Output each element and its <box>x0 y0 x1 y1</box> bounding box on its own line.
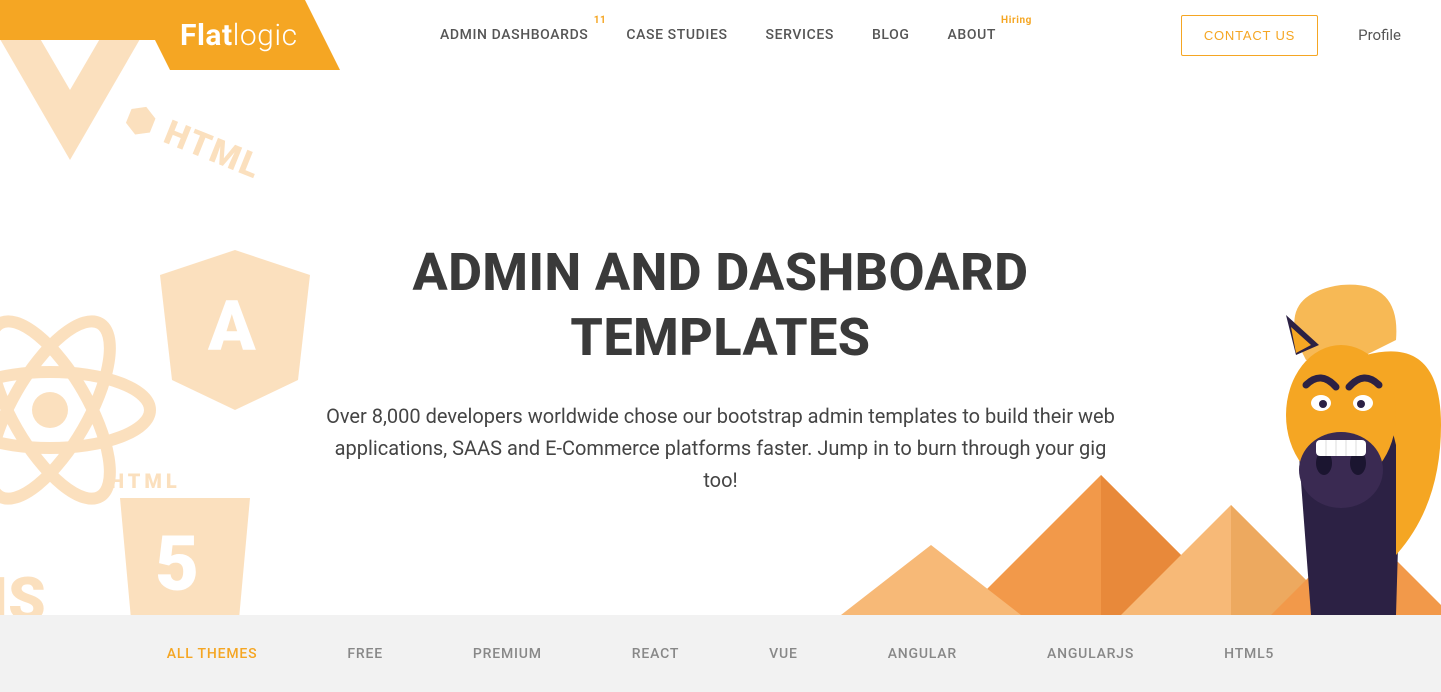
nav-blog[interactable]: BLOG <box>872 27 910 43</box>
nav-label: CASE STUDIES <box>626 27 727 43</box>
filter-react[interactable]: REACT <box>632 646 679 662</box>
nav-badge-hiring: Hiring <box>1001 15 1032 26</box>
hero-section: ADMIN AND DASHBOARD TEMPLATES Over 8,000… <box>0 70 1441 615</box>
site-header: Flatlogic ADMIN DASHBOARDS 11 CASE STUDI… <box>0 0 1441 70</box>
nav-case-studies[interactable]: CASE STUDIES <box>626 27 727 43</box>
filter-vue[interactable]: VUE <box>769 646 798 662</box>
brand-logo[interactable]: Flatlogic <box>0 0 340 70</box>
filter-all-themes[interactable]: ALL THEMES <box>167 646 258 662</box>
filter-html5[interactable]: HTML5 <box>1224 646 1274 662</box>
hero-subtitle: Over 8,000 developers worldwide chose ou… <box>321 400 1121 496</box>
filter-premium[interactable]: PREMIUM <box>473 646 542 662</box>
filter-angularjs[interactable]: ANGULARJS <box>1047 646 1134 662</box>
brand-light: logic <box>233 18 298 53</box>
nav-services[interactable]: SERVICES <box>766 27 834 43</box>
nav-admin-dashboards[interactable]: ADMIN DASHBOARDS 11 <box>440 27 588 43</box>
nav-about[interactable]: ABOUT Hiring <box>948 27 996 43</box>
header-right: CONTACT US Profile <box>1181 0 1401 70</box>
nav-label: BLOG <box>872 27 910 43</box>
hero-title: ADMIN AND DASHBOARD TEMPLATES <box>271 240 1171 370</box>
nav-label: ADMIN DASHBOARDS <box>440 27 588 43</box>
main-nav: ADMIN DASHBOARDS 11 CASE STUDIES SERVICE… <box>440 0 996 70</box>
filter-angular[interactable]: ANGULAR <box>888 646 957 662</box>
profile-link[interactable]: Profile <box>1358 26 1401 44</box>
theme-filter-bar: ALL THEMES FREE PREMIUM REACT VUE ANGULA… <box>0 615 1441 692</box>
contact-us-button[interactable]: CONTACT US <box>1181 15 1318 56</box>
brand-bold: Flat <box>180 18 233 53</box>
nav-label: ABOUT <box>948 27 996 43</box>
nav-label: SERVICES <box>766 27 834 43</box>
nav-badge-count: 11 <box>594 15 607 26</box>
filter-free[interactable]: FREE <box>347 646 383 662</box>
